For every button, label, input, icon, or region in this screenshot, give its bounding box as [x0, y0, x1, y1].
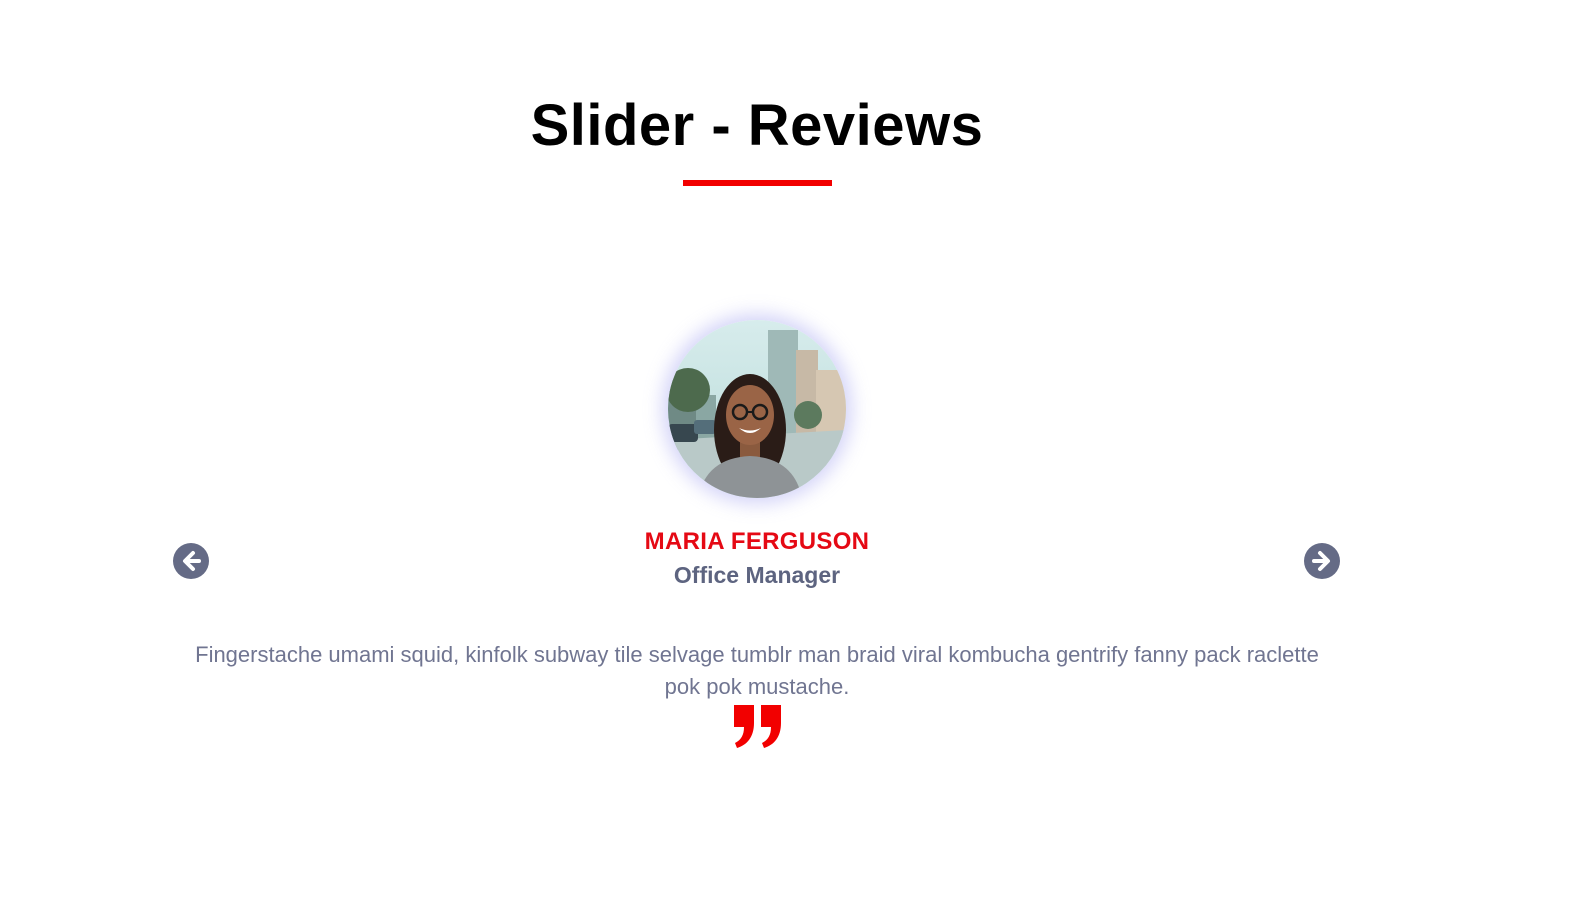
- next-review-button[interactable]: [1304, 543, 1340, 579]
- reviews-section: Slider - Reviews MARIA FERGUSON Office M…: [0, 0, 1576, 913]
- title-underline: [683, 180, 832, 186]
- review-text: Fingerstache umami squid, kinfolk subway…: [195, 642, 1319, 699]
- avatar-photo: [668, 320, 846, 498]
- avatar: [668, 320, 846, 498]
- reviewer-role: Office Manager: [673, 562, 841, 588]
- arrow-right-icon: [1312, 551, 1330, 571]
- reviewer-name: MARIA FERGUSON: [644, 528, 870, 555]
- quote-icon: [732, 703, 784, 749]
- page-title: Slider - Reviews: [530, 93, 984, 158]
